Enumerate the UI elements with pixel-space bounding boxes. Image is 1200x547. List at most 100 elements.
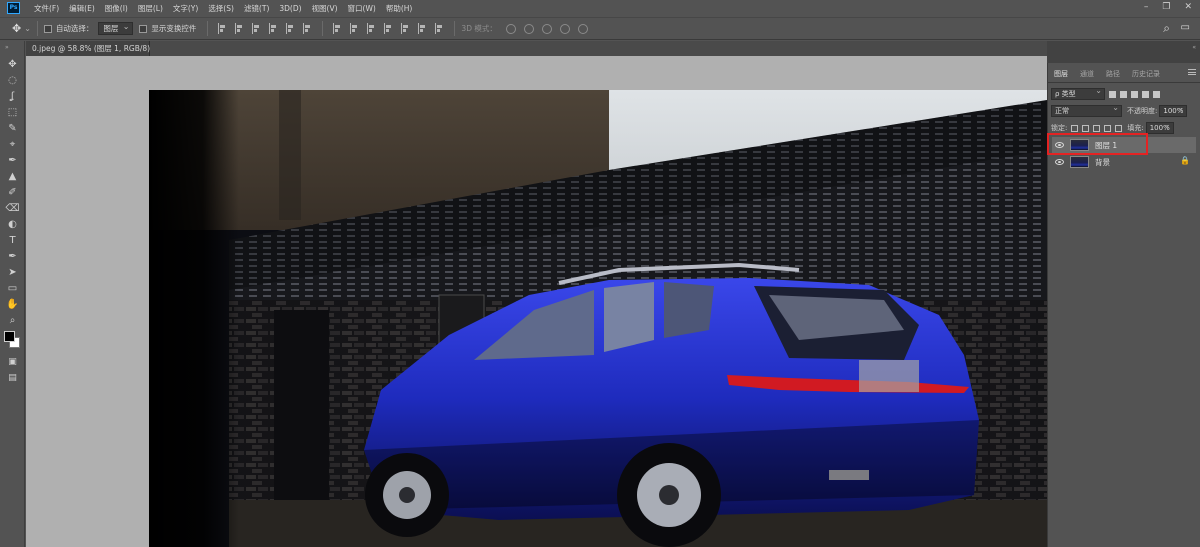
show-transform-checkbox[interactable] — [139, 24, 148, 33]
hand-tool[interactable]: ✋ — [5, 298, 20, 311]
roll-3d-icon[interactable] — [523, 23, 534, 34]
close-window-button[interactable]: ✕ — [1184, 2, 1192, 12]
align-top-icon[interactable] — [269, 23, 278, 34]
menu-window[interactable]: 窗口(W) — [343, 3, 381, 14]
dodge-tool[interactable]: ◐ — [5, 218, 20, 231]
visibility-eye-icon[interactable] — [1055, 159, 1064, 165]
menu-view[interactable]: 视图(V) — [307, 3, 343, 14]
crop-tool[interactable]: ✎ — [5, 122, 20, 135]
lock-position-icon[interactable] — [1093, 124, 1101, 132]
drag-3d-icon[interactable] — [541, 23, 552, 34]
healing-brush-tool[interactable]: ✒ — [5, 154, 20, 167]
distribute-left-icon[interactable] — [384, 23, 393, 34]
menu-file[interactable]: 文件(F) — [29, 3, 64, 14]
window-controls: – ❐ ✕ — [1144, 2, 1192, 12]
tab-channels[interactable]: 通道 — [1074, 66, 1100, 82]
distribute-bottom-icon[interactable] — [367, 23, 376, 34]
dock-collapse-icon[interactable]: « — [1192, 44, 1196, 51]
filter-type-icon[interactable] — [1131, 90, 1138, 98]
document-canvas-image[interactable] — [149, 90, 1047, 547]
quick-mask-icon[interactable]: ▣ — [5, 356, 20, 369]
type-tool[interactable]: T — [5, 234, 20, 247]
blend-row: 正常 不透明度: 100% — [1048, 103, 1200, 118]
menu-bar: Ps 文件(F) 编辑(E) 图像(I) 图层(L) 文字(Y) 选择(S) 滤… — [0, 0, 1200, 16]
lasso-tool[interactable]: ʆ — [5, 90, 20, 103]
path-select-tool[interactable]: ➤ — [5, 266, 20, 279]
move-tool-icon[interactable]: ✥ — [12, 22, 21, 35]
tab-layers[interactable]: 图层 — [1048, 66, 1074, 82]
opacity-label: 不透明度: — [1127, 107, 1158, 115]
distribute-right-icon[interactable] — [418, 23, 427, 34]
auto-select-dropdown[interactable]: 图层 — [98, 21, 134, 35]
lock-image-icon[interactable] — [1082, 124, 1090, 132]
canvas-area[interactable] — [26, 56, 1047, 547]
document-tab-label: 0.jpeg @ 58.8% (图层 1, RGB/8) * — [32, 44, 157, 53]
screen-mode-icon[interactable]: ▤ — [5, 372, 20, 385]
foreground-color-swatch[interactable] — [4, 331, 15, 342]
clone-stamp-tool[interactable]: ✐ — [5, 186, 20, 199]
layer-row-background[interactable]: 背景 🔒 — [1052, 154, 1196, 170]
move-tool[interactable]: ✥ — [5, 58, 20, 71]
restore-button[interactable]: ❐ — [1162, 2, 1170, 12]
slide-3d-icon[interactable] — [559, 23, 570, 34]
tools-panel: » ✥ ◌ ʆ ⬚ ✎ ⌖ ✒ ▲ ✐ ⌫ ◐ T ✒ ➤ ▭ ✋ ⌕ ▣ ▤ — [0, 41, 25, 547]
menu-image[interactable]: 图像(I) — [100, 3, 133, 14]
marquee-tool[interactable]: ◌ — [5, 74, 20, 87]
minimize-button[interactable]: – — [1144, 2, 1149, 12]
auto-select-label: 自动选择： — [55, 24, 94, 33]
align-right-icon[interactable] — [252, 23, 261, 34]
menu-help[interactable]: 帮助(H) — [381, 3, 418, 14]
menu-select[interactable]: 选择(S) — [203, 3, 239, 14]
filter-adjustment-icon[interactable] — [1120, 90, 1127, 98]
distribute-top-icon[interactable] — [333, 23, 342, 34]
fill-field[interactable]: 100% — [1145, 120, 1174, 134]
layer-name: 背景 — [1095, 157, 1110, 167]
lock-transparent-icon[interactable] — [1071, 124, 1079, 132]
highlight-box — [1047, 133, 1148, 155]
tab-strip — [150, 41, 1047, 56]
separator — [454, 21, 456, 36]
menu-type[interactable]: 文字(Y) — [168, 3, 203, 14]
layer-filter-dropdown[interactable]: ρ 类型 — [1051, 86, 1105, 100]
lock-artboard-icon[interactable] — [1104, 124, 1112, 132]
panel-menu-icon[interactable] — [1188, 69, 1196, 75]
distribute-vcenter-icon[interactable] — [350, 23, 359, 34]
brush-tool[interactable]: ▲ — [5, 170, 20, 183]
rotate-3d-icon[interactable] — [505, 23, 516, 34]
tab-paths[interactable]: 路径 — [1100, 66, 1126, 82]
document-tab[interactable]: 0.jpeg @ 58.8% (图层 1, RGB/8) * × — [26, 41, 168, 56]
opacity-field[interactable]: 100% — [1159, 103, 1188, 117]
rectangle-tool[interactable]: ▭ — [5, 282, 20, 295]
filter-shape-icon[interactable] — [1142, 90, 1149, 98]
panel-tabs: 图层 通道 路径 历史记录 — [1048, 66, 1200, 83]
filter-row: ρ 类型 — [1048, 86, 1200, 101]
blend-mode-dropdown[interactable]: 正常 — [1051, 103, 1122, 117]
quick-select-tool[interactable]: ⬚ — [5, 106, 20, 119]
align-left-icon[interactable] — [218, 23, 227, 34]
auto-select-checkbox[interactable] — [43, 24, 52, 33]
auto-align-icon[interactable] — [435, 23, 444, 34]
lock-all-icon[interactable] — [1115, 124, 1123, 132]
menu-edit[interactable]: 编辑(E) — [64, 3, 100, 14]
workspace-icon[interactable]: ▭ — [1181, 22, 1190, 33]
menu-filter[interactable]: 滤镜(T) — [239, 3, 274, 14]
separator — [36, 21, 38, 36]
tab-history[interactable]: 历史记录 — [1126, 66, 1166, 82]
align-bottom-icon[interactable] — [303, 23, 312, 34]
align-vcenter-icon[interactable] — [286, 23, 295, 34]
menu-layer[interactable]: 图层(L) — [133, 3, 168, 14]
pen-tool[interactable]: ✒ — [5, 250, 20, 263]
filter-pixel-icon[interactable] — [1109, 90, 1116, 98]
scale-3d-icon[interactable] — [577, 23, 588, 34]
lock-icon: 🔒 — [1180, 156, 1190, 165]
distribute-hcenter-icon[interactable] — [401, 23, 410, 34]
filter-smart-object-icon[interactable] — [1153, 90, 1160, 98]
tool-preset-dropdown[interactable]: ⌄ — [24, 24, 31, 33]
menu-3d[interactable]: 3D(D) — [274, 4, 306, 13]
align-hcenter-icon[interactable] — [235, 23, 244, 34]
eyedropper-tool[interactable]: ⌖ — [5, 138, 20, 151]
zoom-tool[interactable]: ⌕ — [5, 314, 20, 327]
search-icon[interactable]: ⌕ — [1163, 21, 1170, 36]
tools-collapse-icon[interactable]: » — [5, 44, 9, 51]
eraser-tool[interactable]: ⌫ — [5, 202, 20, 215]
